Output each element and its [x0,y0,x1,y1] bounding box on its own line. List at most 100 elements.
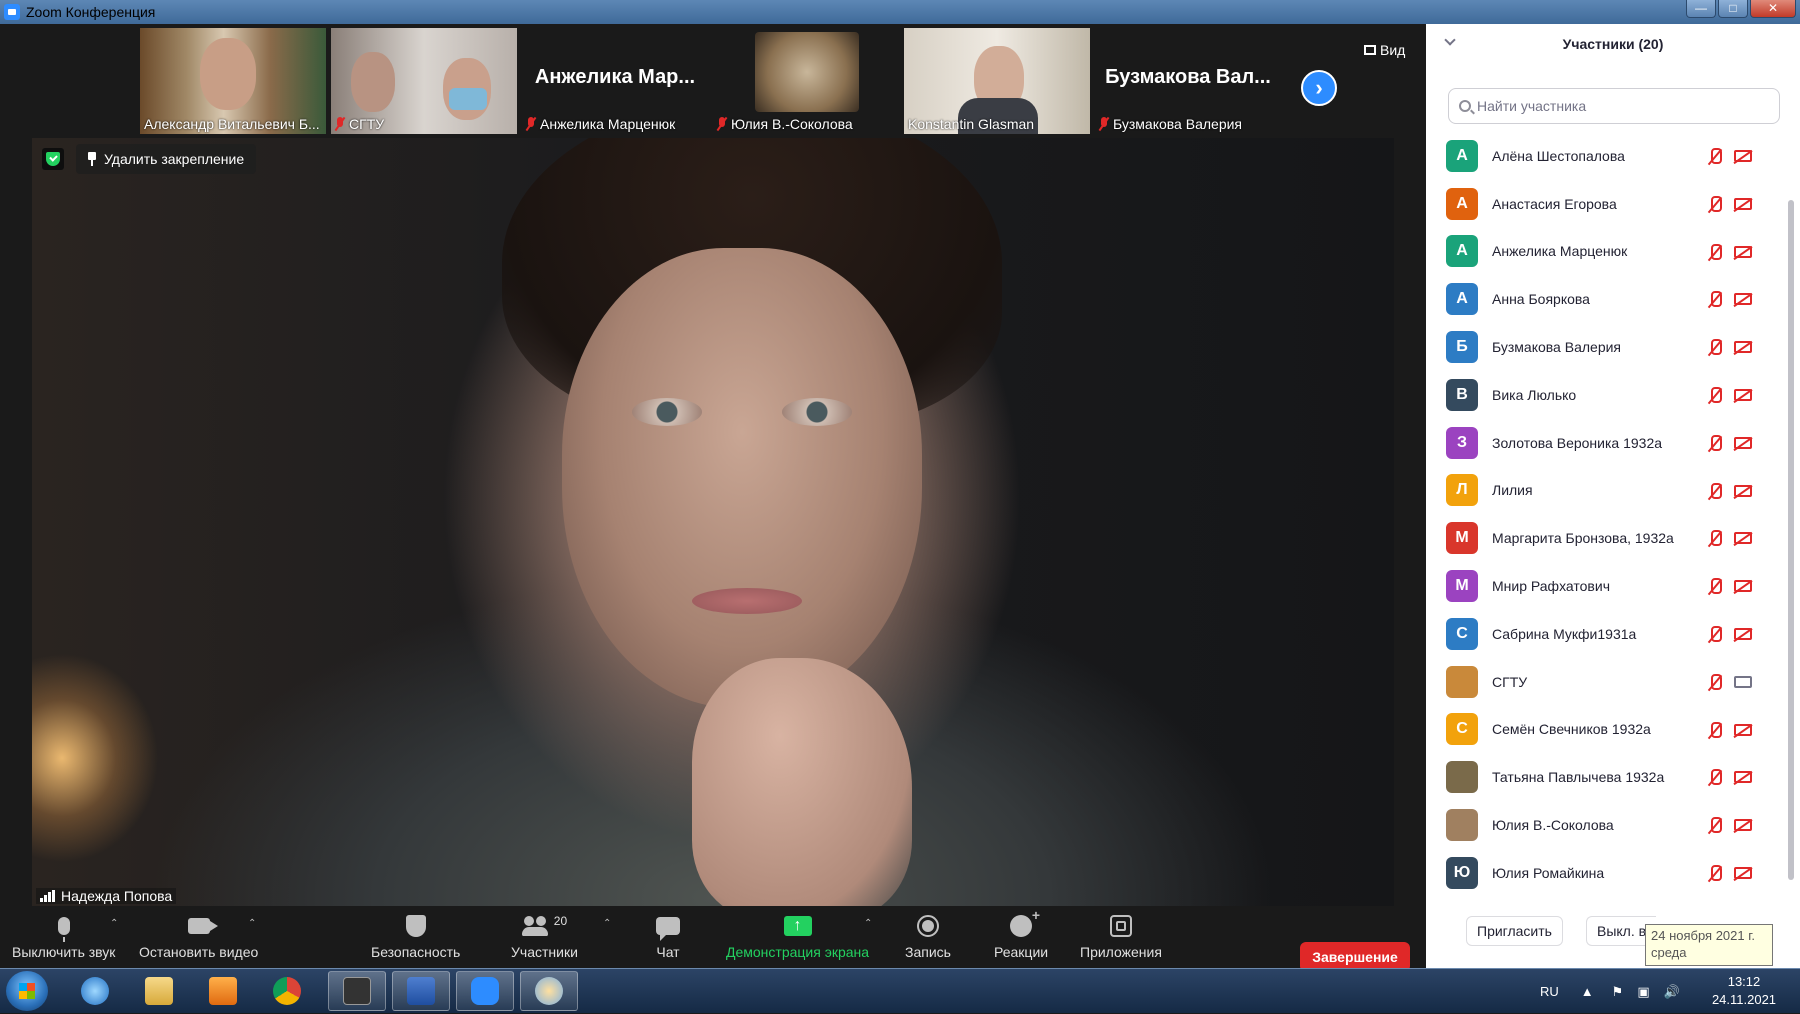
chat-button[interactable]: Чат [656,912,680,960]
participant-row[interactable]: М Маргарита Бронзова, 1932а [1426,514,1786,562]
security-button[interactable]: Безопасность [371,912,460,960]
taskbar-zoom[interactable] [456,971,514,1011]
next-page-button[interactable]: › [1301,70,1337,106]
mic-muted-icon[interactable] [1708,434,1722,453]
record-button[interactable]: Запись [905,912,951,960]
mic-muted-icon[interactable] [1708,625,1722,644]
mute-button[interactable]: Выключить звук [12,912,115,960]
participant-row[interactable]: М Мнир Рафхатович [1426,562,1786,610]
video-off-icon[interactable] [1734,436,1752,449]
chevron-down-icon[interactable] [1444,34,1456,46]
participant-row[interactable]: Татьяна Павлычева 1932а [1426,753,1786,801]
video-off-icon[interactable] [1734,627,1752,640]
participant-row[interactable]: З Золотова Вероника 1932а [1426,419,1786,467]
taskbar-word[interactable] [392,971,450,1011]
participant-row[interactable]: С Семён Свечников 1932а [1426,706,1786,754]
tile-name: Konstantin Glasman [908,116,1034,132]
maximize-button[interactable]: □ [1718,0,1748,18]
video-off-icon[interactable] [1734,245,1752,258]
video-off-icon[interactable] [1734,484,1752,497]
language-indicator[interactable]: RU [1540,984,1559,999]
view-button[interactable]: Вид [1364,42,1405,58]
mic-muted-icon[interactable] [1708,578,1722,596]
avatar: Ю [1446,856,1478,889]
taskbar-explorer[interactable] [130,971,188,1011]
taskbar-media-player[interactable] [194,971,252,1011]
video-on-icon[interactable] [1734,675,1752,688]
taskbar-paint[interactable] [520,971,578,1011]
invite-button[interactable]: Пригласить [1466,916,1563,946]
mic-muted-icon[interactable] [1708,148,1722,166]
participant-row[interactable]: В Вика Люлько [1426,371,1786,419]
video-off-icon[interactable] [1734,771,1752,784]
apps-button[interactable]: Приложения [1080,912,1162,960]
mic-muted-icon[interactable] [1708,673,1722,692]
participant-row[interactable]: Юлия В.-Соколова [1426,801,1786,849]
video-off-icon[interactable] [1734,819,1752,832]
participant-row[interactable]: Ю Юлия Ромайкина [1426,849,1786,897]
main-video[interactable]: Удалить закрепление Надежда Попова [32,138,1394,906]
participant-row[interactable]: С Сабрина Мукфи1931а [1426,610,1786,658]
video-tile[interactable]: СГТУ [331,28,517,134]
network-icon[interactable]: ▣ [1637,984,1649,1000]
video-tile[interactable]: Александр Витальевич Б... [140,28,326,134]
video-off-icon[interactable] [1734,197,1752,210]
mic-muted-icon[interactable] [1708,864,1722,883]
participant-row[interactable]: Л Лилия [1426,467,1786,515]
mic-muted-icon[interactable] [1708,769,1722,787]
mic-muted-icon [1099,117,1109,131]
encryption-badge[interactable] [42,148,64,170]
participant-search[interactable] [1448,88,1780,124]
stop-video-button[interactable]: Остановить видео [139,912,258,960]
video-off-icon[interactable] [1734,866,1752,879]
close-button[interactable]: ✕ [1750,0,1796,18]
mic-muted-icon[interactable] [1708,243,1722,262]
unpin-button[interactable]: Удалить закрепление [76,144,257,174]
scrollbar[interactable] [1788,200,1794,880]
mic-muted-icon[interactable] [1708,482,1722,501]
video-tile[interactable]: Анжелика Мар... Анжелика Марценюк [522,28,708,134]
taskbar-app[interactable] [328,971,386,1011]
mic-muted-icon[interactable] [1708,817,1722,835]
participant-row[interactable]: А Анастасия Егорова [1426,180,1786,228]
volume-icon[interactable]: 🔊 [1664,984,1680,1000]
participant-row[interactable]: А Анжелика Марценюк [1426,228,1786,276]
video-off-icon[interactable] [1734,341,1752,354]
video-off-icon[interactable] [1734,150,1752,162]
mic-muted-icon[interactable] [1708,291,1722,309]
video-off-icon[interactable] [1734,723,1752,736]
mic-muted-icon[interactable] [1708,386,1722,405]
video-tile[interactable]: Юлия В.-Соколова [713,28,899,134]
video-tile[interactable]: Konstantin Glasman [904,28,1090,134]
participant-row[interactable]: А Анна Бояркова [1426,275,1786,323]
action-center-flag-icon[interactable]: ⚑ [1612,984,1624,1000]
video-options-caret[interactable]: ⌃ [248,918,256,929]
video-off-icon[interactable] [1734,293,1752,306]
taskbar-internet-explorer[interactable] [66,971,124,1011]
participants-icon [521,916,550,936]
taskbar-clock[interactable]: 13:12 24.11.2021 [1694,973,1794,1009]
participants-options-caret[interactable]: ⌃ [603,918,611,929]
minimize-button[interactable]: — [1686,0,1716,18]
mic-muted-icon[interactable] [1708,195,1722,214]
video-tile[interactable]: Бузмакова Вал... Бузмакова Валерия [1095,28,1281,134]
video-off-icon[interactable] [1734,580,1752,593]
show-hidden-icons[interactable]: ▲ [1581,984,1594,999]
participant-row[interactable]: СГТУ [1426,658,1786,706]
participant-row[interactable]: Б Бузмакова Валерия [1426,323,1786,371]
share-screen-button[interactable]: ↑ Демонстрация экрана [726,912,869,960]
reactions-button[interactable]: Реакции [994,907,1048,960]
search-input[interactable] [1477,98,1767,114]
taskbar-chrome[interactable] [258,971,316,1011]
participant-row[interactable]: А Алёна Шестопалова [1426,132,1786,180]
clock-time: 13:12 [1727,974,1761,989]
video-off-icon[interactable] [1734,532,1752,545]
mic-muted-icon[interactable] [1708,339,1722,357]
participants-button[interactable]: 20 Участники [511,912,578,960]
start-button[interactable] [6,971,48,1011]
mic-muted-icon[interactable] [1708,530,1722,548]
video-off-icon[interactable] [1734,388,1752,401]
mic-muted-icon[interactable] [1708,721,1722,740]
share-options-caret[interactable]: ⌃ [864,918,872,929]
audio-options-caret[interactable]: ⌃ [110,918,118,929]
